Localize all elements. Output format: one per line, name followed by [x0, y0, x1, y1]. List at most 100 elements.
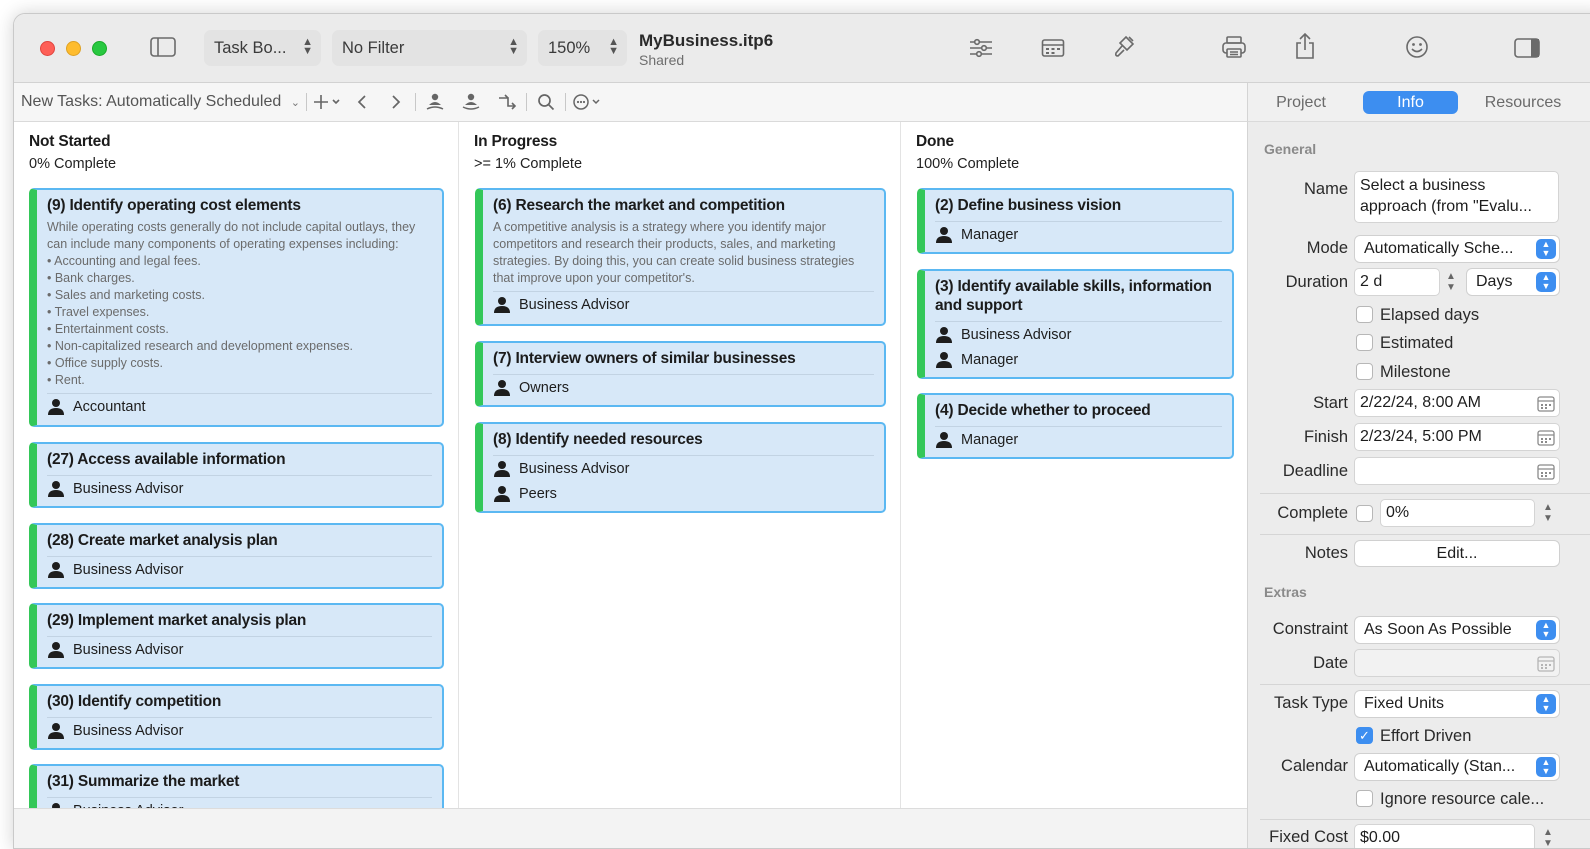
share-icon[interactable] [1292, 31, 1318, 61]
task-card[interactable]: (3) Identify available skills, informati… [917, 269, 1234, 379]
paintbrush-icon[interactable] [1110, 33, 1138, 61]
task-card[interactable]: (8) Identify needed resources Business A… [475, 422, 886, 513]
calendar-popup[interactable]: Automatically (Stan... ▲ ▼ [1354, 753, 1560, 781]
task-card[interactable]: (9) Identify operating cost elements Whi… [29, 188, 444, 427]
zoom-popup[interactable]: 150% ▲ ▼ [538, 30, 627, 66]
finish-date-field[interactable]: 2/23/24, 5:00 PM [1354, 423, 1560, 451]
resource-row: Accountant [47, 394, 432, 419]
task-title-line: and support [935, 297, 1023, 314]
column-title: Not Started [29, 133, 111, 150]
resource-row: Manager [935, 427, 1222, 452]
print-icon[interactable] [1220, 34, 1248, 60]
resource-name: Business Advisor [961, 326, 1072, 343]
task-type-popup[interactable]: Fixed Units ▲ ▼ [1354, 690, 1560, 718]
start-date-value: 2/22/24, 8:00 AM [1360, 394, 1481, 411]
resource-name: Business Advisor [73, 480, 184, 497]
duration-field[interactable]: 2 d [1354, 268, 1440, 296]
tab-info[interactable]: Info [1363, 91, 1458, 114]
scheduling-mode-menu[interactable]: New Tasks: Automatically Scheduled ⌄ [21, 93, 300, 111]
note-line: While operating costs generally do not i… [47, 220, 416, 234]
fixed-cost-field[interactable]: $0.00 [1354, 824, 1535, 848]
note-line: • Sales and marketing costs. [47, 288, 205, 302]
tab-resources[interactable]: Resources [1473, 91, 1573, 114]
chevron-right-icon[interactable] [383, 89, 409, 115]
ignore-resource-calendar-checkbox[interactable] [1356, 790, 1373, 807]
name-field[interactable]: Select a business approach (from "Evalu.… [1354, 171, 1559, 223]
complete-checkbox[interactable] [1356, 505, 1373, 522]
task-title: (4) Decide whether to proceed [935, 402, 1151, 419]
task-card[interactable]: (7) Interview owners of similar business… [475, 341, 886, 407]
sliders-icon[interactable] [967, 36, 995, 60]
chevron-left-icon[interactable] [349, 89, 375, 115]
task-card[interactable]: (28) Create market analysis plan Busines… [29, 523, 444, 589]
task-card[interactable]: (29) Implement market analysis plan Busi… [29, 603, 444, 669]
toolbar-separator [564, 93, 566, 111]
up-down-chevron-icon: ▲ ▼ [1536, 757, 1556, 777]
milestone-checkbox[interactable] [1356, 363, 1373, 380]
deadline-field[interactable] [1354, 457, 1560, 485]
complete-percent-field[interactable]: 0% [1380, 499, 1535, 527]
calendar-icon[interactable] [1537, 464, 1555, 480]
smiley-feedback-icon[interactable] [1403, 34, 1431, 60]
start-label: Start [1313, 394, 1348, 412]
mode-label: Mode [1306, 239, 1348, 257]
search-icon[interactable] [533, 89, 559, 115]
duration-unit-popup[interactable]: Days ▲ ▼ [1466, 268, 1560, 296]
task-title: (29) Implement market analysis plan [47, 612, 307, 629]
fixed-cost-label: Fixed Cost [1269, 828, 1348, 846]
column-title: Done [916, 133, 954, 150]
indent-resource-icon[interactable] [458, 89, 484, 115]
inspector-tab-bar: Project Info Resources [1247, 83, 1590, 122]
up-down-chevron-icon: ▲ ▼ [608, 36, 619, 57]
zoom-window-button[interactable] [92, 41, 107, 56]
filter-popup[interactable]: No Filter ▲ ▼ [332, 30, 527, 66]
minimize-window-button[interactable] [66, 41, 81, 56]
column-title: In Progress [474, 133, 558, 150]
constraint-popup[interactable]: As Soon As Possible ▲ ▼ [1354, 616, 1560, 644]
column-subtitle: >= 1% Complete [474, 156, 583, 172]
up-down-chevron-icon: ▲ ▼ [508, 36, 519, 57]
tab-project[interactable]: Project [1264, 91, 1338, 114]
calendar-icon[interactable] [1039, 36, 1067, 60]
outdent-resource-icon[interactable] [422, 89, 448, 115]
column-done: Done 100% Complete (2) Define business v… [900, 122, 1247, 808]
task-card[interactable]: (30) Identify competition Business Advis… [29, 684, 444, 750]
estimated-label: Estimated [1380, 334, 1454, 352]
resource-name: Business Advisor [519, 296, 630, 313]
up-down-chevron-icon: ▲ ▼ [1536, 239, 1556, 259]
mode-popup[interactable]: Automatically Sche... ▲ ▼ [1354, 235, 1560, 263]
divider [1260, 819, 1590, 820]
sidebar-toggle-icon[interactable] [149, 35, 177, 59]
more-options-icon[interactable] [572, 89, 602, 115]
duration-stepper[interactable]: ▲ ▼ [1443, 268, 1459, 296]
add-task-button[interactable] [313, 89, 341, 115]
resource-row: Business Advisor [493, 292, 874, 317]
estimated-checkbox[interactable] [1356, 334, 1373, 351]
view-popup[interactable]: Task Bo... ▲ ▼ [204, 30, 321, 66]
fixed-cost-stepper[interactable]: ▲ ▼ [1540, 824, 1556, 848]
column-in-progress: In Progress >= 1% Complete (6) Research … [458, 122, 900, 808]
view-popup-label: Task Bo... [214, 38, 287, 57]
resource-row: Manager [935, 347, 1222, 372]
calendar-label: Calendar [1281, 757, 1348, 775]
calendar-icon[interactable] [1537, 396, 1555, 412]
inspector-toggle-icon[interactable] [1513, 36, 1541, 60]
effort-driven-checkbox[interactable]: ✓ [1356, 727, 1373, 744]
task-card[interactable]: (2) Define business vision Manager [917, 188, 1234, 254]
start-date-field[interactable]: 2/22/24, 8:00 AM [1354, 389, 1560, 417]
note-line: competitors and research their products,… [493, 237, 836, 251]
task-title: (30) Identify competition [47, 693, 222, 710]
note-line: that improve upon your competitor's. [493, 271, 695, 285]
link-tasks-icon[interactable] [494, 89, 520, 115]
column-not-started: Not Started 0% Complete (9) Identify ope… [14, 122, 458, 830]
elapsed-days-checkbox[interactable] [1356, 306, 1373, 323]
task-card[interactable]: (27) Access available information Busine… [29, 442, 444, 508]
elapsed-days-label: Elapsed days [1380, 306, 1480, 324]
task-card[interactable]: (4) Decide whether to proceed Manager [917, 393, 1234, 459]
complete-stepper[interactable]: ▲ ▼ [1540, 499, 1556, 527]
person-icon [936, 226, 952, 243]
close-window-button[interactable] [40, 41, 55, 56]
calendar-icon[interactable] [1537, 430, 1555, 446]
edit-notes-button[interactable]: Edit... [1354, 540, 1560, 567]
task-card[interactable]: (6) Research the market and competition … [475, 188, 886, 326]
